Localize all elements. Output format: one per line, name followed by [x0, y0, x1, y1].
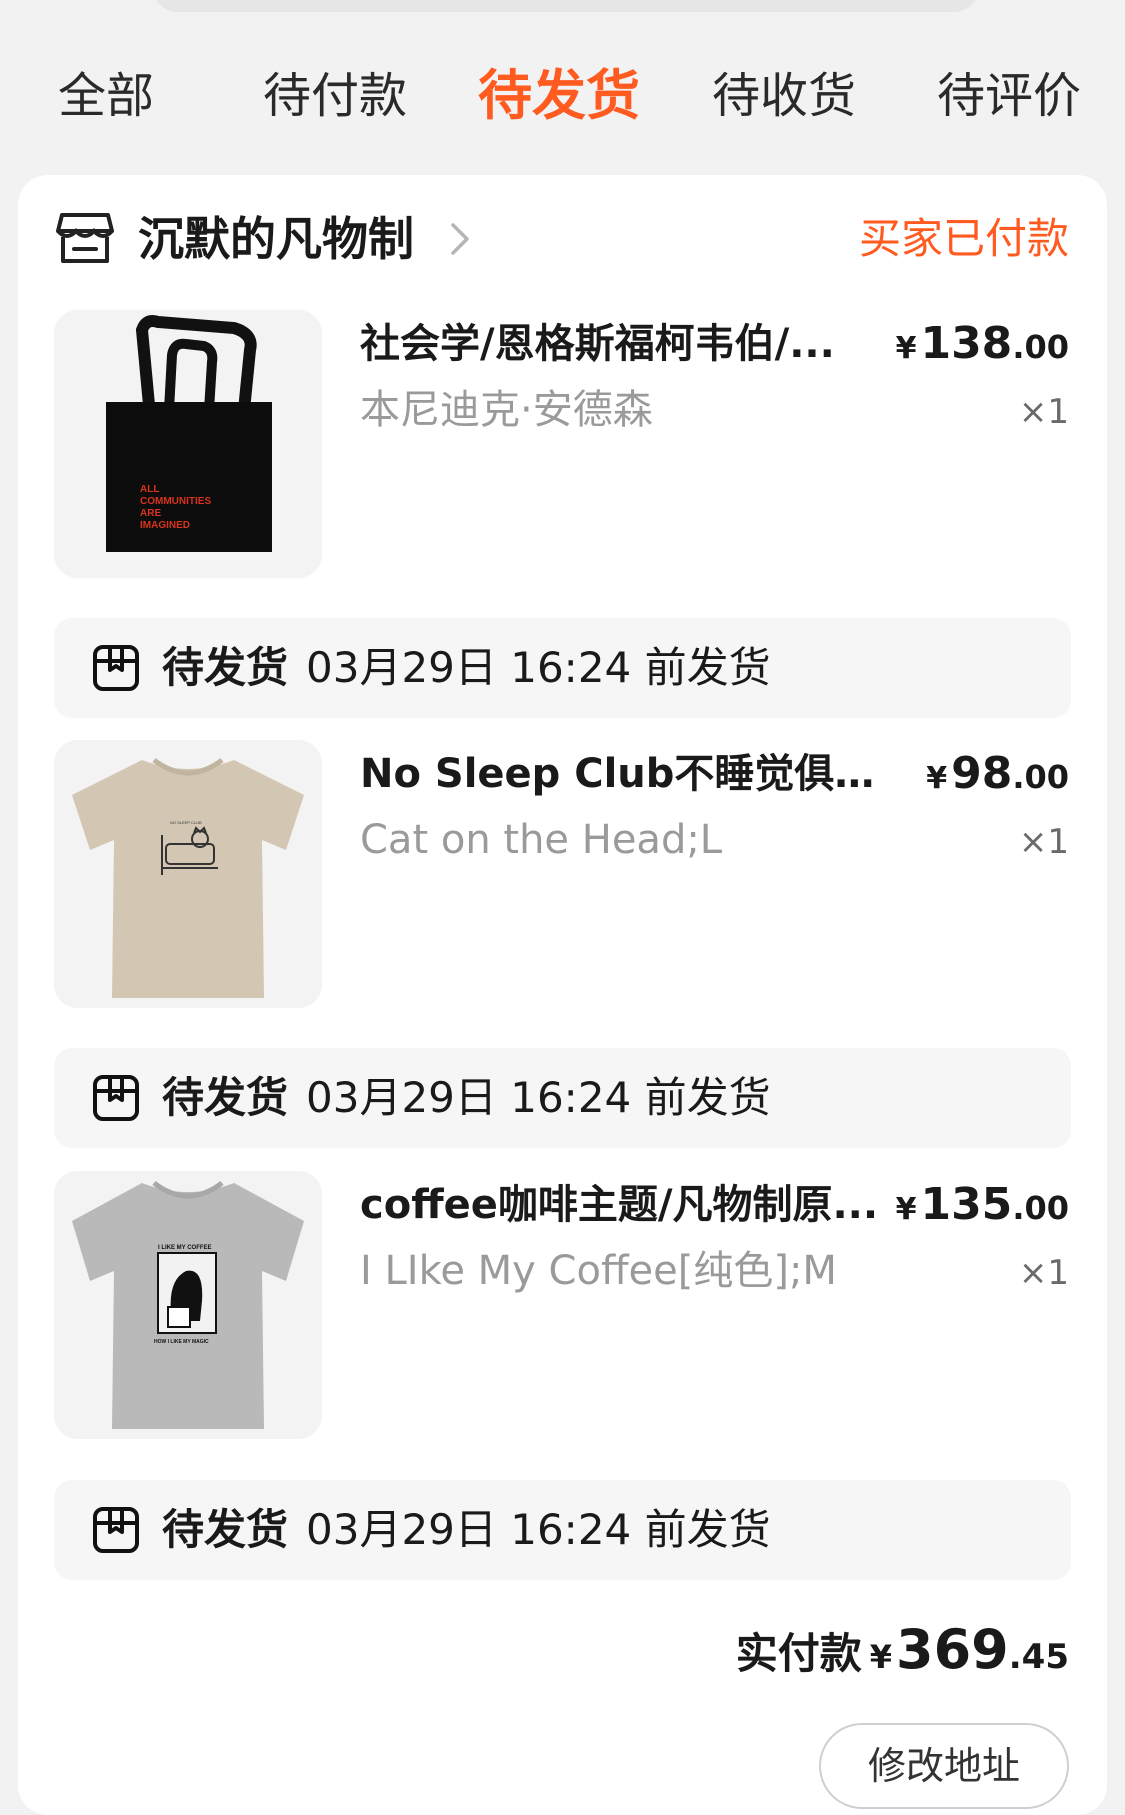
- item-title: coffee咖啡主题/凡物制原...: [360, 1182, 879, 1228]
- chevron-right-icon: [448, 221, 472, 257]
- tab-all[interactable]: 全部: [58, 56, 154, 136]
- package-icon: [92, 1506, 140, 1554]
- bag-print-text: COMMUNITIES: [140, 496, 211, 507]
- order-item[interactable]: I LIKE MY COFFEE HOW I LIKE MY MAGIC cof…: [18, 1171, 1107, 1441]
- order-item[interactable]: NO SLEEP CLUB No Sleep Club不睡觉俱乐... ¥98.…: [18, 740, 1107, 1010]
- modify-address-button[interactable]: 修改地址: [819, 1723, 1069, 1809]
- tab-to-receive[interactable]: 待收货: [712, 56, 856, 136]
- shipping-status-bar[interactable]: 待发货 03月29日 16:24 前发货: [54, 1048, 1071, 1148]
- shipping-label: 待发货: [162, 1073, 289, 1122]
- search-bar[interactable]: [152, 0, 980, 12]
- price-decimal: .00: [1012, 1189, 1069, 1227]
- item-quantity: ×1: [1018, 392, 1069, 432]
- grey-tshirt-image: I LIKE MY COFFEE HOW I LIKE MY MAGIC: [54, 1171, 322, 1439]
- order-card: 沉默的凡物制 买家已付款 ALL COMMUNITIES ARE IMAGINE…: [18, 175, 1107, 1815]
- tab-to-pay[interactable]: 待付款: [263, 56, 407, 136]
- beige-tshirt-image: NO SLEEP CLUB: [54, 740, 322, 1008]
- package-icon: [92, 1074, 140, 1122]
- currency-symbol: ¥: [895, 331, 917, 366]
- shipping-label: 待发货: [162, 643, 289, 692]
- item-title: 社会学/恩格斯福柯韦伯/...: [360, 321, 835, 367]
- shirt-print-text: HOW I LIKE MY MAGIC: [154, 1339, 209, 1345]
- shipping-label: 待发货: [162, 1505, 289, 1554]
- package-icon: [92, 644, 140, 692]
- order-item[interactable]: ALL COMMUNITIES ARE IMAGINED 社会学/恩格斯福柯韦伯…: [18, 310, 1107, 580]
- bag-print-text: IMAGINED: [140, 520, 190, 531]
- item-price: ¥135.00: [896, 1176, 1069, 1234]
- total-decimal: .45: [1008, 1637, 1069, 1677]
- item-variant: I LIke My Coffee[纯色];M: [360, 1248, 837, 1294]
- price-integer: 135: [920, 1179, 1013, 1230]
- tote-bag-image: ALL COMMUNITIES ARE IMAGINED: [54, 310, 322, 578]
- total-label: 实付款: [735, 1629, 862, 1678]
- shipping-deadline: 03月29日 16:24 前发货: [306, 643, 771, 692]
- total-integer: 369: [896, 1618, 1009, 1681]
- item-variant: 本尼迪克·安德森: [360, 387, 653, 433]
- item-price: ¥138.00: [896, 315, 1069, 373]
- price-integer: 98: [951, 748, 1013, 799]
- item-title: No Sleep Club不睡觉俱乐...: [360, 751, 900, 797]
- store-icon: [56, 211, 114, 265]
- price-decimal: .00: [1012, 758, 1069, 796]
- currency-symbol: ¥: [926, 761, 948, 796]
- shirt-print-text: NO SLEEP CLUB: [170, 820, 202, 825]
- bag-print-text: ARE: [140, 508, 161, 519]
- shirt-print-text: I LIKE MY COFFEE: [158, 1245, 212, 1251]
- item-variant: Cat on the Head;L: [360, 817, 723, 863]
- shop-name: 沉默的凡物制: [138, 212, 414, 266]
- price-integer: 138: [920, 318, 1013, 369]
- shop-header[interactable]: 沉默的凡物制 买家已付款: [18, 175, 1107, 300]
- item-quantity: ×1: [1018, 1253, 1069, 1293]
- currency-symbol: ¥: [869, 1638, 893, 1676]
- item-price: ¥98.00: [926, 745, 1069, 803]
- item-quantity: ×1: [1018, 822, 1069, 862]
- shipping-deadline: 03月29日 16:24 前发货: [306, 1073, 771, 1122]
- order-total: 实付款 ¥369.45: [736, 1615, 1069, 1685]
- shipping-status-bar[interactable]: 待发货 03月29日 16:24 前发货: [54, 1480, 1071, 1580]
- bag-print-text: ALL: [140, 484, 159, 495]
- currency-symbol: ¥: [895, 1192, 917, 1227]
- tab-to-ship[interactable]: 待发货: [478, 56, 640, 136]
- shipping-status-bar[interactable]: 待发货 03月29日 16:24 前发货: [54, 618, 1071, 718]
- order-status: 买家已付款: [858, 214, 1069, 263]
- tab-to-review[interactable]: 待评价: [937, 56, 1081, 136]
- shipping-deadline: 03月29日 16:24 前发货: [306, 1505, 771, 1554]
- price-decimal: .00: [1012, 328, 1069, 366]
- order-tabs: 全部 待付款 待发货 待收货 待评价: [0, 56, 1125, 136]
